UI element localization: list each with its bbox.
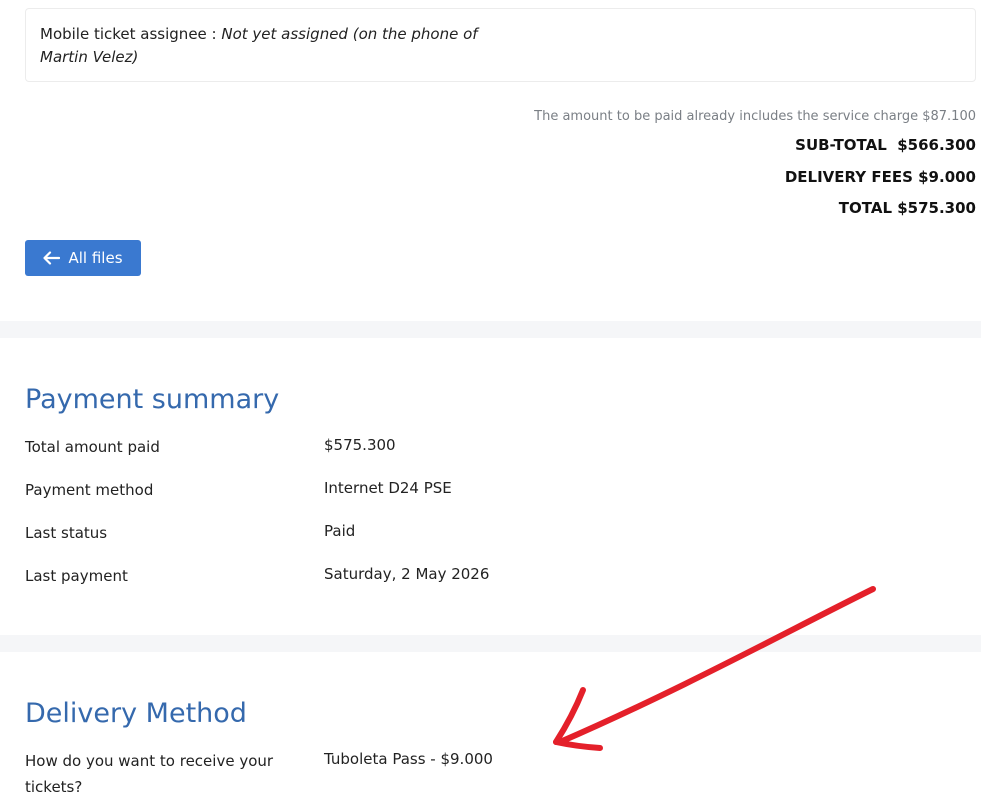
section-divider (0, 321, 981, 338)
all-files-button[interactable]: All files (25, 240, 141, 276)
total-amount-paid-label: Total amount paid (25, 438, 160, 456)
section-divider (0, 635, 981, 652)
delivery-question-line2: tickets? (25, 778, 83, 796)
arrow-left-icon (43, 251, 61, 265)
service-charge-note: The amount to be paid already includes t… (534, 109, 976, 124)
booking-details-page: Mobile ticket assignee : Not yet assigne… (0, 0, 981, 804)
payment-summary-title: Payment summary (25, 384, 280, 415)
total-amount-paid-value: $575.300 (324, 436, 396, 454)
delivery-question-label: How do you want to receive your tickets? (25, 748, 273, 800)
last-payment-label: Last payment (25, 567, 128, 585)
assignee-label: Mobile ticket assignee : (40, 25, 222, 43)
delivery-answer-value: Tuboleta Pass - $9.000 (324, 750, 493, 768)
payment-method-label: Payment method (25, 481, 154, 499)
delivery-method-title: Delivery Method (25, 698, 247, 729)
total-line: TOTAL $575.300 (838, 199, 976, 217)
delivery-question-line1: How do you want to receive your (25, 752, 274, 770)
subtotal-line: SUB-TOTAL $566.300 (795, 136, 976, 154)
mobile-ticket-assignee-box: Mobile ticket assignee : Not yet assigne… (25, 8, 976, 82)
last-status-label: Last status (25, 524, 108, 542)
last-status-value: Paid (324, 522, 356, 540)
delivery-fees-line: DELIVERY FEES $9.000 (784, 168, 976, 186)
last-payment-value: Saturday, 2 May 2026 (324, 565, 490, 583)
payment-method-value: Internet D24 PSE (324, 479, 452, 497)
all-files-button-label: All files (68, 249, 123, 267)
